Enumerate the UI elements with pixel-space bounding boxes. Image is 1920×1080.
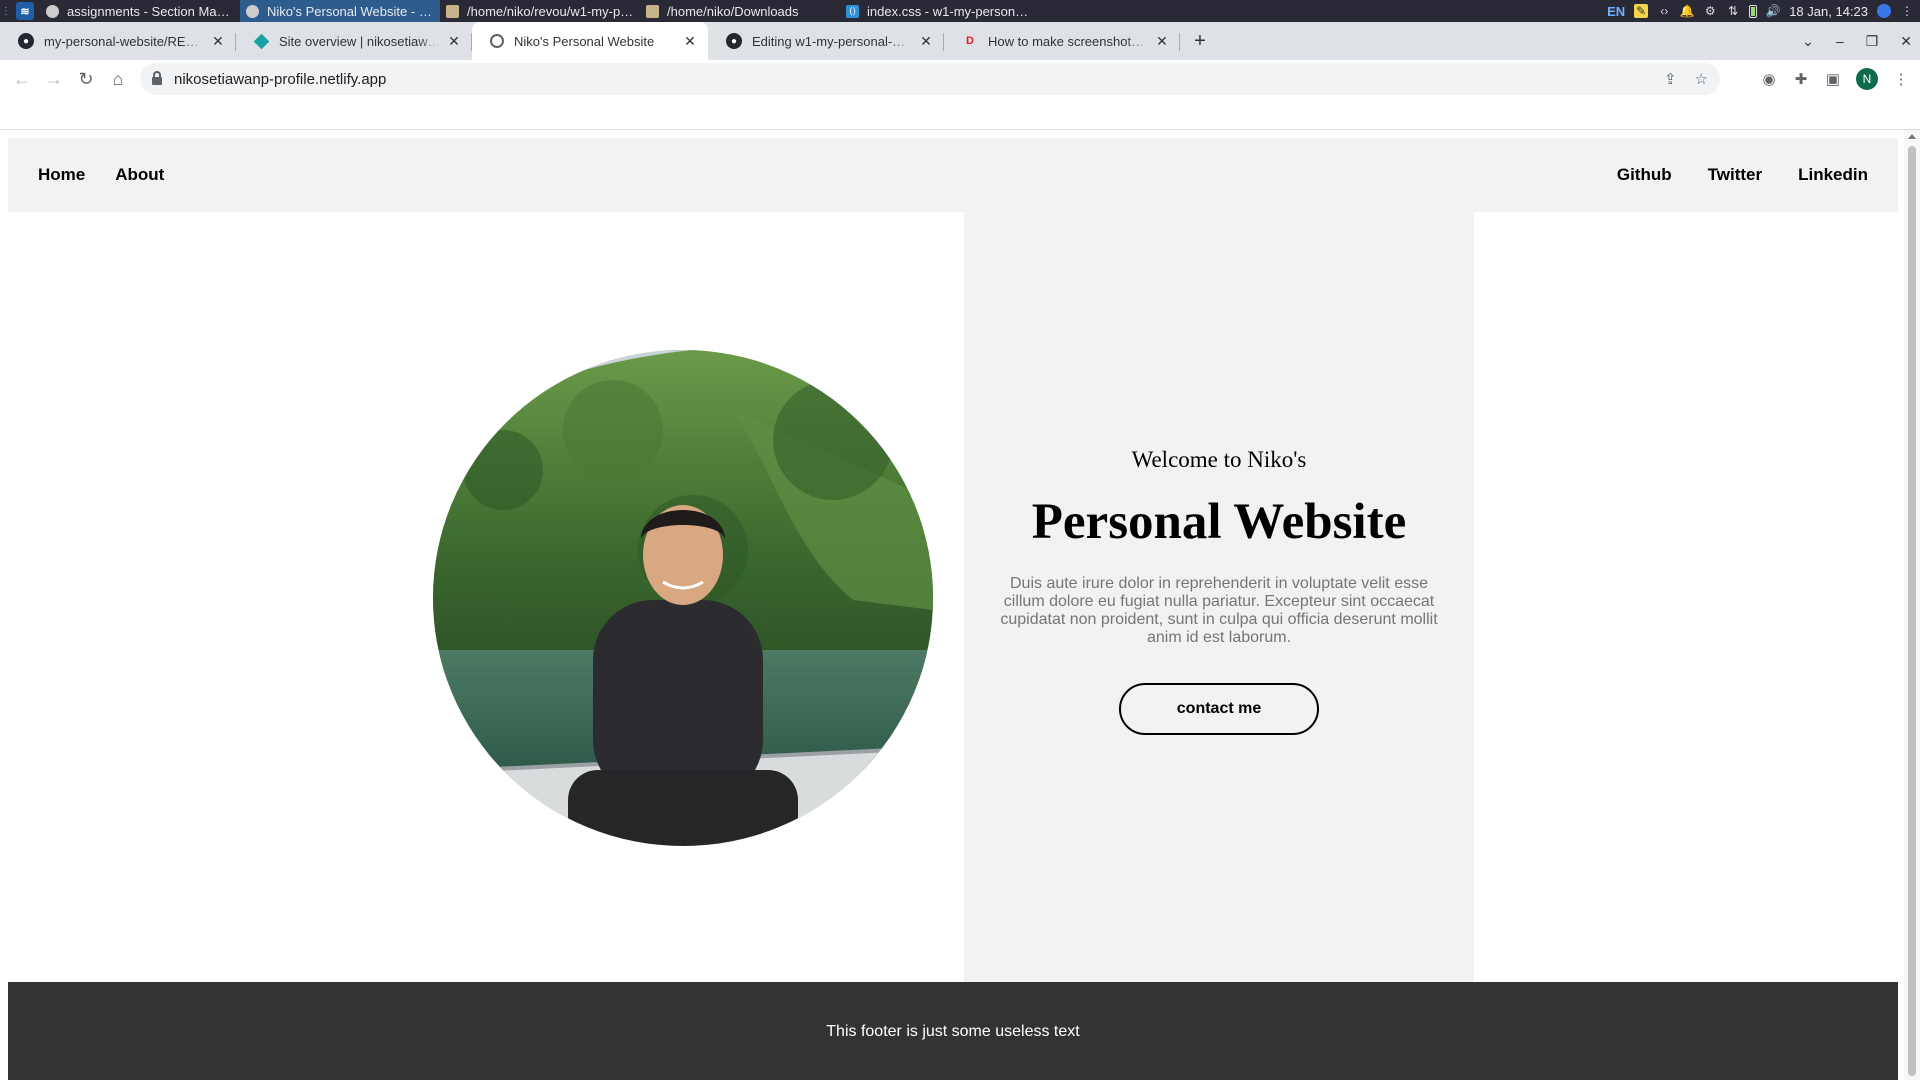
volume-icon[interactable]: 🔊 bbox=[1766, 4, 1781, 18]
home-icon[interactable]: ⌂ bbox=[102, 63, 134, 95]
footer-text: This footer is just some useless text bbox=[826, 1023, 1080, 1040]
back-icon[interactable]: ← bbox=[6, 63, 38, 95]
address-bar[interactable]: nikosetiawanp-profile.netlify.app ⇪ ☆ bbox=[140, 63, 1720, 95]
new-tab-icon[interactable]: + bbox=[1184, 22, 1216, 60]
taskbar-window-active[interactable]: Niko's Personal Website - G... bbox=[240, 0, 440, 22]
close-tab-icon[interactable]: ✕ bbox=[446, 33, 462, 49]
extension-icon[interactable]: ◉ bbox=[1760, 70, 1778, 88]
netlify-icon bbox=[253, 33, 270, 49]
profile-photo bbox=[433, 350, 933, 846]
hero-section: Welcome to Niko's Personal Website Duis … bbox=[8, 212, 1898, 982]
os-logo-icon[interactable]: ≋ bbox=[16, 2, 34, 20]
page-title: Personal Website bbox=[1031, 494, 1407, 550]
browser-tab[interactable]: Site overview | nikosetiawanp-profile ✕ bbox=[236, 22, 472, 60]
close-window-icon[interactable]: ✕ bbox=[1900, 33, 1912, 50]
close-tab-icon[interactable]: ✕ bbox=[210, 33, 226, 49]
globe-icon bbox=[490, 34, 504, 48]
nav-link-about[interactable]: About bbox=[115, 165, 164, 185]
os-taskbar: ⋮ ≋ assignments - Section Madri... Niko'… bbox=[0, 0, 1920, 22]
page-scrollbar[interactable] bbox=[1904, 130, 1920, 1080]
clock[interactable]: 18 Jan, 14:23 bbox=[1789, 4, 1868, 19]
minimize-icon[interactable]: – bbox=[1836, 33, 1844, 49]
folder-icon bbox=[646, 4, 659, 18]
contact-me-button[interactable]: contact me bbox=[1119, 683, 1319, 735]
browser-tab[interactable]: ● my-personal-website/README.md ✕ bbox=[0, 22, 236, 60]
reload-icon[interactable]: ↻ bbox=[70, 63, 102, 95]
folder-icon bbox=[446, 4, 459, 18]
taskbar-window[interactable]: ⟨⟩ index.css - w1-my-personal-... bbox=[840, 0, 1040, 22]
intro-column: Welcome to Niko's Personal Website Duis … bbox=[964, 212, 1474, 982]
close-tab-icon[interactable]: ✕ bbox=[682, 33, 698, 49]
nav-link-home[interactable]: Home bbox=[38, 165, 85, 185]
scroll-up-icon[interactable] bbox=[1908, 134, 1916, 139]
apps-menu-icon[interactable]: ⋮ bbox=[0, 0, 12, 22]
window-controls: ⌄ – ❐ ✕ bbox=[1802, 22, 1912, 60]
taskbar-window[interactable]: /home/niko/Downloads bbox=[640, 0, 840, 22]
photo-column bbox=[8, 212, 964, 982]
more-icon[interactable]: ⋮ bbox=[1900, 4, 1914, 18]
welcome-text: Welcome to Niko's bbox=[1131, 447, 1307, 472]
page-viewport: Home About Github Twitter Linkedin Welco… bbox=[0, 130, 1920, 1080]
keyboard-layout[interactable]: EN bbox=[1607, 4, 1625, 19]
taskbar-window[interactable]: /home/niko/revou/w1-my-pe... bbox=[440, 0, 640, 22]
lock-icon[interactable] bbox=[152, 71, 162, 85]
share-icon[interactable]: ⇪ bbox=[1664, 70, 1677, 88]
intro-paragraph: Duis aute irure dolor in reprehenderit i… bbox=[1000, 575, 1438, 646]
scrollbar-thumb[interactable] bbox=[1908, 146, 1916, 1076]
side-panel-icon[interactable]: ▣ bbox=[1824, 70, 1842, 88]
forward-icon[interactable]: → bbox=[38, 63, 70, 95]
tab-search-icon[interactable]: ⌄ bbox=[1802, 33, 1814, 50]
extensions-puzzle-icon[interactable]: ✚ bbox=[1792, 70, 1810, 88]
network-code-icon[interactable]: ‹› bbox=[1657, 4, 1671, 18]
browser-toolbar: ← → ↻ ⌂ nikosetiawanp-profile.netlify.ap… bbox=[0, 60, 1920, 98]
nav-link-twitter[interactable]: Twitter bbox=[1708, 165, 1762, 185]
network-transfer-icon[interactable]: ⇅ bbox=[1726, 4, 1740, 18]
notes-icon[interactable]: ✎ bbox=[1634, 4, 1649, 18]
profile-avatar[interactable]: N bbox=[1856, 68, 1878, 90]
notification-bell-icon[interactable]: 🔔 bbox=[1680, 4, 1695, 18]
taskbar-window[interactable]: assignments - Section Madri... bbox=[40, 0, 240, 22]
browser-tab-strip: ● my-personal-website/README.md ✕ Site o… bbox=[0, 22, 1920, 60]
close-tab-icon[interactable]: ✕ bbox=[1154, 33, 1170, 49]
github-icon: ● bbox=[18, 33, 34, 49]
restore-icon[interactable]: ❐ bbox=[1866, 33, 1879, 50]
chrome-icon bbox=[46, 4, 59, 18]
site-footer: This footer is just some useless text bbox=[8, 982, 1898, 1080]
system-tray: EN ✎ ‹› 🔔 ⚙ ⇅ 🔊 18 Jan, 14:23 ⋮ bbox=[1607, 0, 1920, 22]
browser-menu-icon[interactable]: ⋮ bbox=[1892, 70, 1910, 88]
close-tab-icon[interactable]: ✕ bbox=[918, 33, 934, 49]
battery-icon[interactable] bbox=[1749, 4, 1758, 18]
browser-tab[interactable]: D How to make screenshots in Ubuntu ✕ bbox=[944, 22, 1180, 60]
github-icon: ● bbox=[726, 33, 742, 49]
power-icon[interactable] bbox=[1877, 4, 1891, 18]
chrome-icon bbox=[246, 4, 259, 18]
url-text[interactable]: nikosetiawanp-profile.netlify.app bbox=[174, 71, 386, 88]
browser-tab-active[interactable]: Niko's Personal Website ✕ bbox=[472, 22, 708, 60]
settings-gear-icon[interactable]: ⚙ bbox=[1703, 4, 1717, 18]
browser-tab[interactable]: ● Editing w1-my-personal-website ✕ bbox=[708, 22, 944, 60]
bookmark-star-icon[interactable]: ☆ bbox=[1695, 70, 1708, 88]
nav-link-github[interactable]: Github bbox=[1617, 165, 1672, 185]
site-navbar: Home About Github Twitter Linkedin bbox=[8, 138, 1898, 212]
personal-website: Home About Github Twitter Linkedin Welco… bbox=[8, 138, 1898, 1080]
nav-link-linkedin[interactable]: Linkedin bbox=[1798, 165, 1868, 185]
vscode-icon: ⟨⟩ bbox=[846, 4, 859, 18]
dn-icon: D bbox=[966, 35, 974, 47]
